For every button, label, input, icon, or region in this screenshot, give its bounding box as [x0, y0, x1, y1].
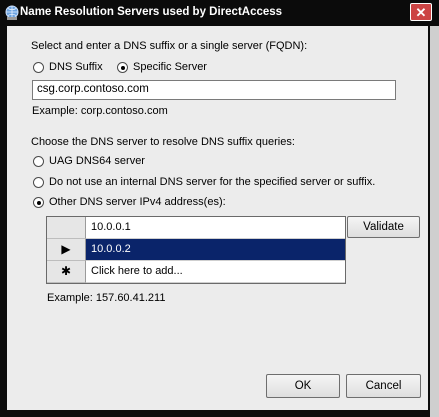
window-title: Name Resolution Servers used by DirectAc…: [20, 6, 283, 18]
other-dns-server-radio-label: Other DNS server IPv4 address(es):: [49, 196, 226, 208]
dns-address-cell[interactable]: 10.0.0.1: [86, 217, 345, 239]
validate-button[interactable]: Validate: [347, 216, 420, 238]
no-internal-dns-radio-label: Do not use an internal DNS server for th…: [49, 176, 376, 188]
row-header[interactable]: [47, 217, 86, 239]
dns-suffix-radio[interactable]: [33, 62, 44, 73]
ok-button[interactable]: OK: [266, 374, 340, 398]
grid-new-row[interactable]: ✱ Click here to add...: [47, 261, 345, 283]
background-window-edge: [430, 26, 439, 417]
network-globe-icon: [5, 5, 19, 20]
uag-dns64-radio-label: UAG DNS64 server: [49, 155, 145, 167]
new-row-asterisk-icon[interactable]: ✱: [47, 261, 86, 283]
dns-server-instruction-label: Choose the DNS server to resolve DNS suf…: [31, 136, 295, 148]
server-fqdn-input[interactable]: csg.corp.contoso.com: [32, 80, 396, 100]
suffix-example-text: Example: corp.contoso.com: [32, 105, 168, 117]
current-row-arrow-icon[interactable]: ▶: [47, 239, 86, 261]
dialog-body: Select and enter a DNS suffix or a singl…: [7, 26, 428, 410]
cancel-button[interactable]: Cancel: [346, 374, 421, 398]
dns-suffix-radio-label: DNS Suffix: [49, 61, 103, 73]
dns-address-cell[interactable]: 10.0.0.2: [86, 239, 345, 261]
other-dns-server-radio[interactable]: [33, 197, 44, 208]
no-internal-dns-radio[interactable]: [33, 177, 44, 188]
dns-server-grid: 10.0.0.1 ▶ 10.0.0.2 ✱ Click here to add.…: [46, 216, 346, 284]
grid-row[interactable]: 10.0.0.1: [47, 217, 345, 239]
grid-row-selected[interactable]: ▶ 10.0.0.2: [47, 239, 345, 261]
suffix-instruction-label: Select and enter a DNS suffix or a singl…: [31, 40, 308, 52]
uag-dns64-radio[interactable]: [33, 156, 44, 167]
ipv4-example-text: Example: 157.60.41.211: [47, 292, 166, 304]
window-frame: Select and enter a DNS suffix or a singl…: [0, 26, 439, 417]
close-button[interactable]: ✕: [410, 3, 432, 21]
title-bar: Name Resolution Servers used by DirectAc…: [0, 0, 439, 26]
specific-server-radio[interactable]: [117, 62, 128, 73]
specific-server-radio-label: Specific Server: [133, 61, 207, 73]
add-address-cell[interactable]: Click here to add...: [86, 261, 345, 283]
